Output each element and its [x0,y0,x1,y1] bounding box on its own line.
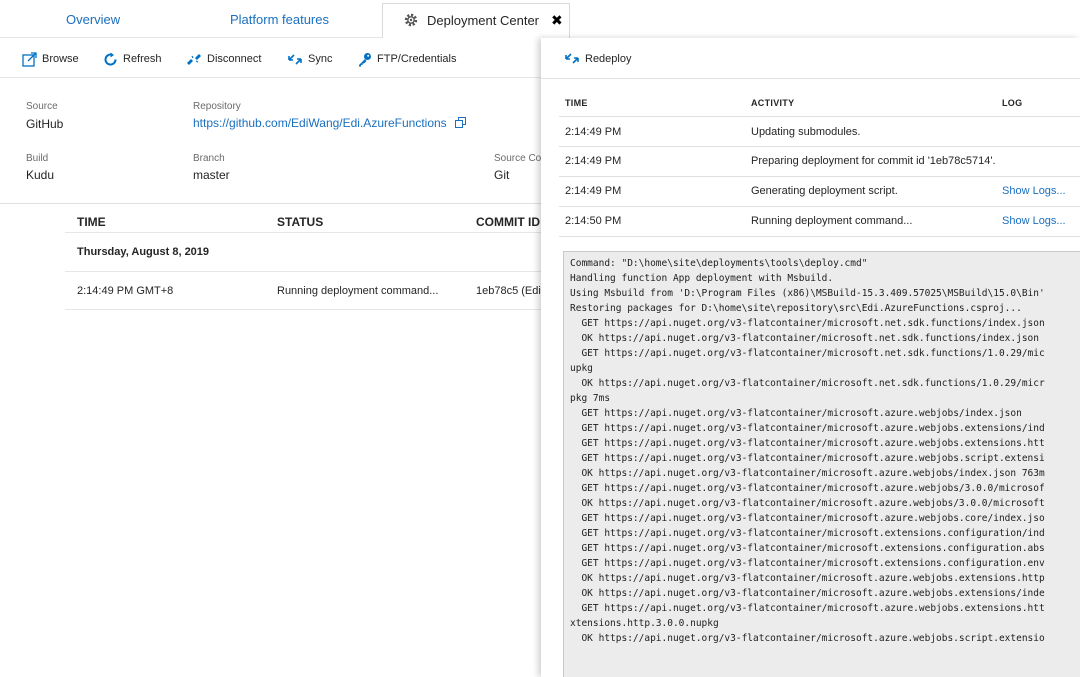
activity-time: 2:14:49 PM [565,126,622,138]
activity-text: Preparing deployment for commit id '1eb7… [751,155,996,167]
log-line: GET https://api.nuget.org/v3-flatcontain… [570,528,1045,539]
build-label: Build [26,153,49,164]
log-table-divider [559,146,1080,147]
gear-icon [404,13,418,27]
log-line: OK https://api.nuget.org/v3-flatcontaine… [570,498,1045,509]
log-line: OK https://api.nuget.org/v3-flatcontaine… [570,573,1045,584]
sync-button[interactable]: Sync [287,50,332,68]
build-value: Kudu [26,168,55,182]
log-line: pkg 7ms [570,393,611,404]
date-group-header: Thursday, August 8, 2019 [77,246,210,258]
activity-time: 2:14:50 PM [565,215,622,227]
close-icon[interactable]: ✖ [551,12,563,29]
tab-overview[interactable]: Overview [66,12,120,27]
copy-icon[interactable] [454,117,467,129]
show-logs-link[interactable]: Show Logs... [1002,215,1066,227]
activity-time: 2:14:49 PM [565,155,622,167]
redeploy-label: Redeploy [585,52,632,65]
log-line: OK https://api.nuget.org/v3-flatcontaine… [570,333,1039,344]
log-table-divider [559,206,1080,207]
refresh-icon [104,52,117,66]
ftp-credentials-label: FTP/Credentials [377,53,457,65]
log-output-body: Command: "D:\home\site\deployments\tools… [564,252,1080,646]
log-line: GET https://api.nuget.org/v3-flatcontain… [570,513,1045,524]
column-header-commit-id: COMMIT ID [476,215,540,229]
log-line: GET https://api.nuget.org/v3-flatcontain… [570,438,1045,449]
log-line: Using Msbuild from 'D:\Program Files (x8… [570,288,1045,299]
disconnect-icon [187,53,201,65]
log-line: GET https://api.nuget.org/v3-flatcontain… [570,453,1045,464]
log-line: GET https://api.nuget.org/v3-flatcontain… [570,423,1045,434]
log-line: Restoring packages for D:\home\site\repo… [570,303,1022,314]
source-value: GitHub [26,117,64,131]
toolbar: Browse Refresh Disconnect Sync FTP/Crede… [0,38,541,78]
log-table-divider [559,176,1080,177]
source-control-label: Source Co [494,153,542,164]
log-line: upkg [570,363,593,374]
table-divider [65,271,541,272]
redeploy-icon [565,53,579,64]
log-line: GET https://api.nuget.org/v3-flatcontain… [570,483,1045,494]
log-output[interactable]: Command: "D:\home\site\deployments\tools… [563,251,1080,677]
branch-value: master [193,168,230,182]
table-divider [65,232,541,233]
repository-label: Repository [193,101,241,112]
log-line: GET https://api.nuget.org/v3-flatcontain… [570,603,1045,614]
column-header-time: TIME [77,215,106,229]
column-header-status: STATUS [277,215,324,229]
source-label: Source [26,101,58,112]
log-line: Command: "D:\home\site\deployments\tools… [570,258,868,269]
deployment-log-panel: Redeploy TIME ACTIVITY LOG 2:14:49 PM Up… [541,38,1080,677]
log-header-log: LOG [1002,98,1023,108]
log-table-divider [559,116,1080,117]
disconnect-label: Disconnect [207,53,262,65]
log-line: OK https://api.nuget.org/v3-flatcontaine… [570,468,1045,479]
activity-time: 2:14:49 PM [565,185,622,197]
sync-label: Sync [308,53,333,65]
show-logs-link[interactable]: Show Logs... [1002,185,1066,197]
activity-text: Updating submodules. [751,126,861,138]
repository-link[interactable]: https://github.com/EdiWang/Edi.AzureFunc… [193,116,467,130]
browse-button[interactable]: Browse [22,50,79,68]
key-icon [359,52,371,66]
disconnect-button[interactable]: Disconnect [186,50,261,68]
source-control-value: Git [494,168,510,182]
table-divider [65,309,541,310]
branch-label: Branch [193,153,225,164]
sync-icon [288,53,302,65]
browse-label: Browse [42,53,79,65]
row-commit-id: 1eb78c5 (Edi [476,285,541,297]
log-line: GET https://api.nuget.org/v3-flatcontain… [570,558,1045,569]
repository-url: https://github.com/EdiWang/Edi.AzureFunc… [193,116,447,130]
log-line: OK https://api.nuget.org/v3-flatcontaine… [570,378,1045,389]
activity-text: Generating deployment script. [751,185,898,197]
log-line: GET https://api.nuget.org/v3-flatcontain… [570,543,1045,554]
log-line: OK https://api.nuget.org/v3-flatcontaine… [570,588,1045,599]
redeploy-button[interactable]: Redeploy [564,51,631,66]
ftp-credentials-button[interactable]: FTP/Credentials [357,50,456,68]
tab-deployment-center-label: Deployment Center [427,13,539,28]
row-time: 2:14:49 PM GMT+8 [77,285,174,297]
tab-deployment-center[interactable]: Deployment Center ✖ [382,3,570,38]
activity-text: Running deployment command... [751,215,913,227]
log-line: Handling function App deployment with Ms… [570,273,834,284]
log-line: GET https://api.nuget.org/v3-flatcontain… [570,348,1045,359]
refresh-button[interactable]: Refresh [103,50,162,68]
log-line: GET https://api.nuget.org/v3-flatcontain… [570,408,1022,419]
tab-bar: Overview Platform features Deployment Ce… [0,0,1080,38]
tab-platform-features[interactable]: Platform features [230,12,329,27]
log-header-time: TIME [565,98,588,108]
panel-toolbar-divider [541,78,1080,79]
section-divider [0,203,541,204]
row-status: Running deployment command... [277,285,439,297]
log-line: xtensions.http.3.0.0.nupkg [570,618,719,629]
refresh-label: Refresh [123,53,162,65]
log-header-activity: ACTIVITY [751,98,795,108]
log-table-divider [559,236,1080,237]
log-line: GET https://api.nuget.org/v3-flatcontain… [570,318,1045,329]
open-external-icon [22,51,37,67]
log-line: OK https://api.nuget.org/v3-flatcontaine… [570,633,1045,644]
